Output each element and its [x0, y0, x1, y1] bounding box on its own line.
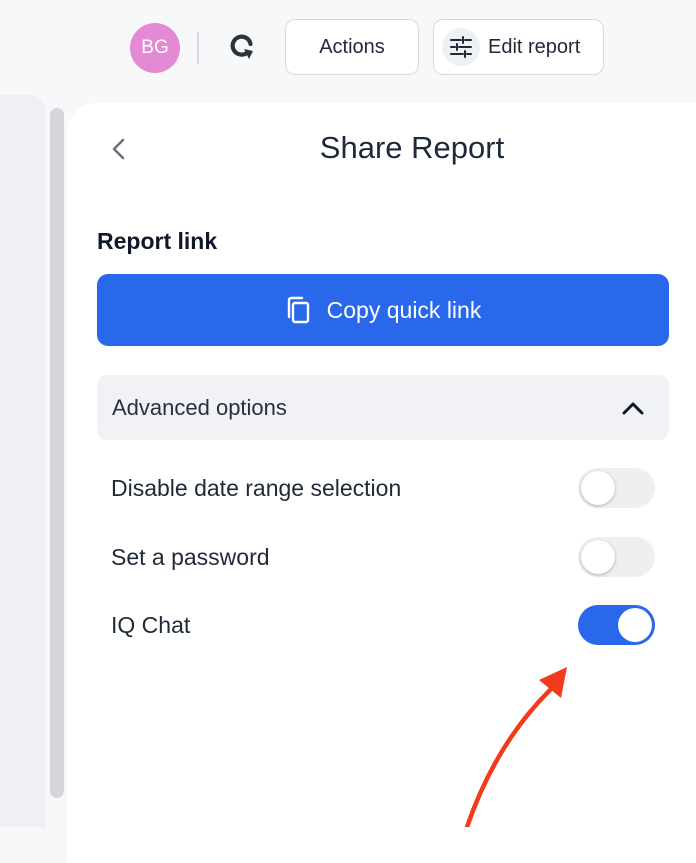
- toggle-knob: [581, 471, 615, 505]
- sliders-icon: [442, 28, 480, 66]
- left-pane: [0, 95, 46, 827]
- chevron-left-icon[interactable]: [108, 135, 130, 163]
- avatar[interactable]: BG: [130, 23, 180, 73]
- actions-button[interactable]: Actions: [285, 19, 419, 75]
- edit-report-button[interactable]: Edit report: [433, 19, 604, 75]
- annotation-arrow-icon: [464, 667, 567, 827]
- advanced-options-toggle[interactable]: Advanced options: [97, 375, 669, 440]
- option-set-password-label: Set a password: [111, 544, 270, 570]
- set-password-toggle[interactable]: [578, 537, 655, 577]
- page-title: Share Report: [319, 130, 505, 165]
- chevron-up-icon: [622, 402, 644, 414]
- iq-chat-toggle[interactable]: [578, 605, 655, 645]
- copy-quick-link-label: Copy quick link: [326, 296, 482, 323]
- toggle-knob: [581, 540, 615, 574]
- scrollbar[interactable]: [50, 108, 64, 798]
- refresh-icon[interactable]: [226, 32, 258, 64]
- copy-quick-link-button[interactable]: Copy quick link: [97, 274, 669, 346]
- report-link-label: Report link: [97, 228, 218, 254]
- advanced-options-label: Advanced options: [112, 394, 287, 420]
- actions-button-label: Actions: [319, 35, 385, 58]
- option-iq-chat-label: IQ Chat: [111, 612, 191, 638]
- toolbar-divider: [197, 32, 199, 64]
- avatar-initials: BG: [141, 37, 169, 58]
- edit-report-label: Edit report: [488, 35, 581, 58]
- copy-icon: [287, 296, 309, 324]
- option-disable-date-range-label: Disable date range selection: [111, 475, 402, 501]
- toggle-knob: [618, 608, 652, 642]
- disable-date-range-toggle[interactable]: [578, 468, 655, 508]
